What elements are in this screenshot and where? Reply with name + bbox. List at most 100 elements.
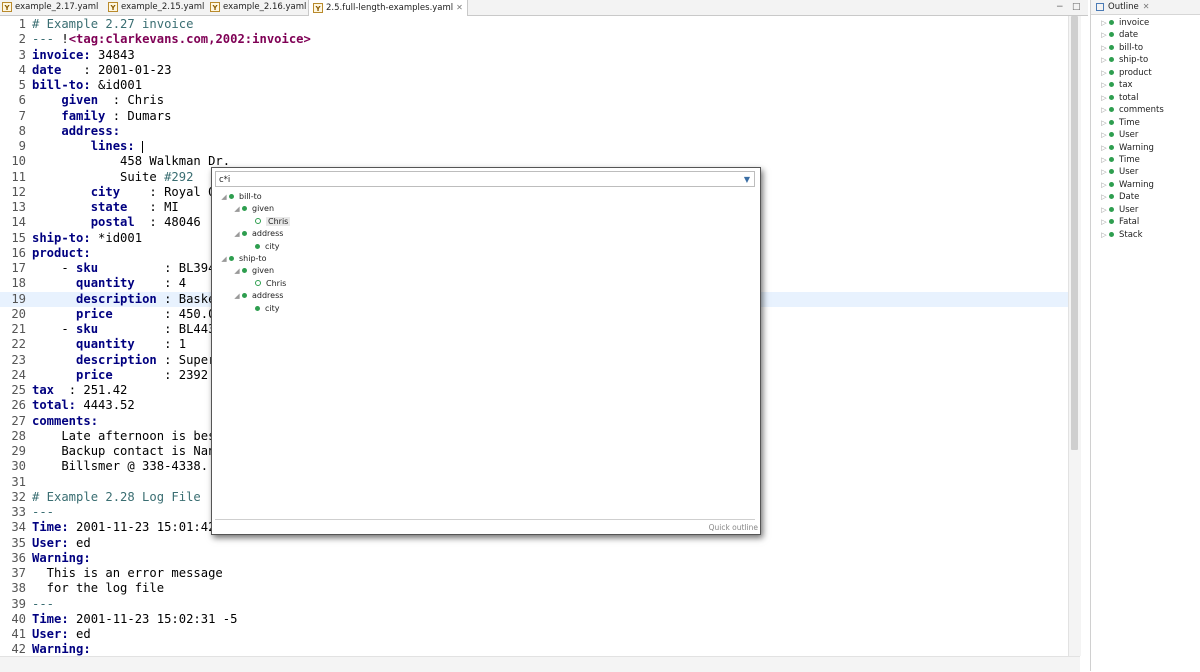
outline-item[interactable]: ▷ Warning (1099, 142, 1154, 154)
editor-line[interactable]: 36 Warning: (0, 551, 1068, 566)
expand-arrow-icon[interactable]: ◢ (232, 265, 242, 277)
editor-line[interactable]: 39 --- (0, 597, 1068, 612)
tab-full-length-examples[interactable]: Y 2.5.full-length-examples.yaml ✕ (308, 0, 468, 16)
expand-arrow-icon[interactable]: ◢ (232, 228, 242, 240)
yaml-comment: --- (32, 32, 62, 47)
yaml-key: city (90, 184, 121, 199)
editor-line[interactable]: 4 date : 2001-01-23 (0, 63, 1068, 78)
expand-arrow-icon[interactable]: ▷ (1099, 166, 1109, 178)
yaml-text: ed (68, 535, 91, 550)
outline-item[interactable]: ▷ Fatal (1099, 216, 1139, 228)
editor-line[interactable]: 8 address: (0, 124, 1068, 139)
quick-outline-node[interactable]: ◢ address (232, 290, 283, 302)
expand-arrow-icon[interactable]: ▷ (1099, 104, 1109, 116)
quick-outline-filter-input[interactable]: c*i ▼ (215, 171, 755, 187)
expand-arrow-icon[interactable]: ▷ (1099, 79, 1109, 91)
editor-line[interactable]: 42 Warning: (0, 642, 1068, 656)
close-icon[interactable]: ✕ (456, 3, 463, 12)
expand-arrow-icon[interactable]: ▷ (1099, 216, 1109, 228)
outline-item[interactable]: ▷ total (1099, 92, 1138, 104)
outline-item[interactable]: ▷ product (1099, 67, 1152, 79)
quick-outline-node[interactable]: Chris (245, 216, 291, 228)
editor-line[interactable]: 1 # Example 2.27 invoice (0, 17, 1068, 32)
expand-arrow-icon[interactable]: ▷ (1099, 229, 1109, 241)
expand-arrow-icon[interactable]: ▷ (1099, 67, 1109, 79)
editor-line[interactable]: 9 lines: (0, 139, 1068, 154)
editor-line[interactable]: 41 User: ed (0, 627, 1068, 642)
outline-item[interactable]: ▷ invoice (1099, 17, 1149, 29)
quick-outline-node[interactable]: city (245, 303, 280, 315)
editor-line[interactable]: 7 family : Dumars (0, 109, 1068, 124)
yaml-node-icon (1109, 231, 1114, 237)
expand-arrow-icon[interactable]: ◢ (232, 290, 242, 302)
quick-outline-node[interactable]: ◢ ship-to (219, 253, 266, 265)
editor-horizontal-scrollbar[interactable] (0, 656, 1080, 672)
expand-arrow-icon[interactable]: ▷ (1099, 129, 1109, 141)
outline-item[interactable]: ▷ Warning (1099, 179, 1154, 191)
expand-arrow-icon[interactable]: ▷ (1099, 204, 1109, 216)
outline-item[interactable]: ▷ date (1099, 29, 1138, 41)
outline-item[interactable]: ▷ comments (1099, 104, 1164, 116)
quick-outline-node[interactable]: ◢ given (232, 265, 274, 277)
editor-line[interactable]: 35 User: ed (0, 536, 1068, 551)
outline-item[interactable]: ▷ bill-to (1099, 42, 1143, 54)
line-number: 41 (11, 627, 26, 641)
minimize-icon[interactable]: − (1056, 2, 1064, 12)
outline-icon (1096, 2, 1104, 11)
close-icon[interactable]: ✕ (1143, 2, 1150, 11)
outline-item[interactable]: ▷ Stack (1099, 229, 1142, 241)
editor-line[interactable]: 2 --- !<tag:clarkevans.com,2002:invoice> (0, 32, 1068, 47)
quick-outline-node[interactable]: Chris (245, 278, 286, 290)
editor-line[interactable]: 5 bill-to: &id001 (0, 78, 1068, 93)
chevron-down-icon[interactable]: ▼ (744, 172, 750, 188)
editor-line[interactable]: 3 invoice: 34843 (0, 48, 1068, 63)
outline-item[interactable]: ▷ tax (1099, 79, 1132, 91)
expand-arrow-icon[interactable]: ◢ (219, 191, 229, 203)
tab-example-2-17[interactable]: Yexample_2.17.yaml (2, 0, 98, 15)
yaml-key: state (90, 200, 128, 214)
expand-arrow-icon[interactable]: ▷ (1099, 154, 1109, 166)
expand-arrow-icon[interactable]: ▷ (1099, 117, 1109, 129)
quick-outline-node[interactable]: ◢ bill-to (219, 191, 261, 203)
expand-arrow-icon[interactable]: ◢ (232, 203, 242, 215)
expand-arrow-icon[interactable]: ▷ (1099, 179, 1109, 191)
yaml-key: Time: (32, 611, 69, 626)
tab-example-2-16[interactable]: Yexample_2.16.yaml (210, 0, 306, 15)
yaml-key: lines: (90, 139, 135, 153)
expand-arrow-icon[interactable]: ▷ (1099, 191, 1109, 203)
quick-outline-node[interactable]: ◢ given (232, 203, 274, 215)
editor-vertical-scrollbar[interactable] (1068, 16, 1081, 656)
outline-item[interactable]: ▷ User (1099, 129, 1138, 141)
quick-outline-node[interactable]: ◢ address (232, 228, 283, 240)
yaml-node-icon (1109, 206, 1114, 212)
outline-item[interactable]: ▷ User (1099, 204, 1138, 216)
outline-item[interactable]: ▷ User (1099, 166, 1138, 178)
yaml-node-icon (229, 194, 234, 199)
editor-line[interactable]: 38 for the log file (0, 581, 1068, 596)
yaml-key: product: (32, 245, 91, 260)
yaml-text: : 450.00 (112, 306, 223, 321)
outline-item[interactable]: ▷ Time (1099, 154, 1140, 166)
line-number: 32 (11, 489, 26, 504)
outline-item[interactable]: ▷ ship-to (1099, 54, 1148, 66)
editor-line[interactable]: 40 Time: 2001-11-23 15:02:31 -5 (0, 612, 1068, 627)
expand-arrow-icon[interactable]: ◢ (219, 253, 229, 265)
outline-item-label: Time (1119, 117, 1140, 128)
outline-item[interactable]: ▷ Date (1099, 191, 1139, 203)
editor-line[interactable]: 37 This is an error message (0, 566, 1068, 581)
quick-outline-node[interactable]: city (245, 241, 280, 253)
yaml-node-icon (1109, 119, 1114, 125)
expand-arrow-icon[interactable]: ▷ (1099, 54, 1109, 66)
line-number: 27 (11, 413, 26, 428)
expand-arrow-icon[interactable]: ▷ (1099, 17, 1109, 29)
expand-arrow-icon[interactable]: ▷ (1099, 42, 1109, 54)
scrollbar-thumb[interactable] (1071, 16, 1078, 450)
outline-item-label: product (1119, 67, 1152, 78)
editor-line[interactable]: 6 given : Chris (0, 93, 1068, 108)
expand-arrow-icon[interactable]: ▷ (1099, 142, 1109, 154)
tab-example-2-15[interactable]: Yexample_2.15.yaml (108, 0, 204, 15)
maximize-icon[interactable]: □ (1072, 2, 1081, 12)
expand-arrow-icon[interactable]: ▷ (1099, 29, 1109, 41)
outline-item[interactable]: ▷ Time (1099, 117, 1140, 129)
expand-arrow-icon[interactable]: ▷ (1099, 92, 1109, 104)
